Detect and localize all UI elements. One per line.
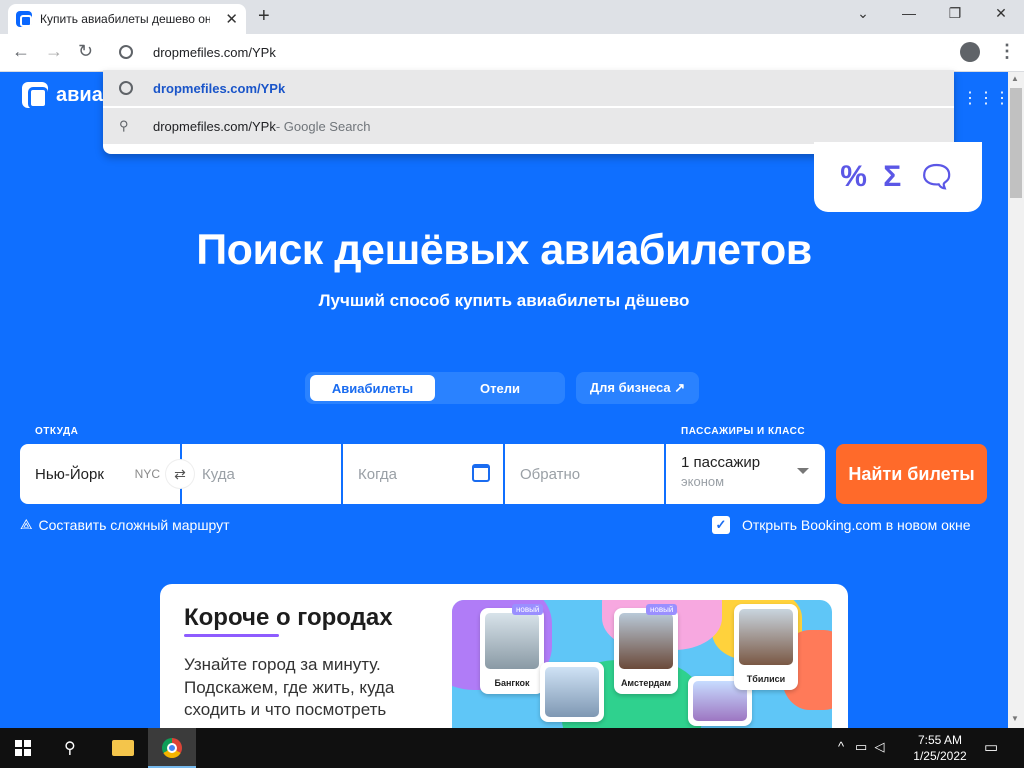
- tray-chevron-icon[interactable]: ^: [838, 739, 844, 754]
- taskbar-search-icon[interactable]: ⚲: [64, 738, 76, 758]
- cities-illustration: новый Бангкок новый Амстердам Тбилиси: [452, 600, 832, 728]
- windows-start-icon[interactable]: [15, 740, 31, 756]
- minimize-button[interactable]: —: [886, 5, 932, 21]
- cities-card-text: Узнайте город за минуту. Подскажем, где …: [184, 655, 395, 719]
- city-photo: [739, 609, 793, 665]
- address-input[interactable]: dropmefiles.com/YPk: [153, 45, 276, 60]
- tab-search-chevron-icon[interactable]: ⌄: [840, 5, 886, 22]
- booking-checkbox[interactable]: ✓: [712, 516, 730, 534]
- city-photo: [485, 613, 539, 669]
- page-title: Поиск дешёвых авиабилетов: [196, 226, 812, 274]
- city-photo: [619, 613, 673, 669]
- city-name: Тбилиси: [746, 674, 786, 684]
- chrome-icon: [162, 738, 182, 758]
- suggestion-search[interactable]: ⚲ dropmefiles.com/YPk - Google Search: [103, 108, 954, 144]
- clock-date: 1/25/2022: [913, 749, 967, 763]
- suggestion-text: dropmefiles.com/YPk: [153, 80, 286, 96]
- tab-title: Купить авиабилеты дешево онлайн: [40, 12, 210, 26]
- site-favicon-icon: [16, 11, 32, 27]
- chevron-down-icon: [797, 468, 809, 474]
- address-bar[interactable]: dropmefiles.com/YPk: [103, 34, 954, 70]
- browser-tab[interactable]: Купить авиабилеты дешево онлайн ✕: [8, 4, 246, 34]
- close-window-button[interactable]: ✕: [978, 5, 1024, 22]
- reload-icon[interactable]: ↻: [78, 41, 93, 62]
- city-photo: [545, 667, 599, 717]
- promo-card[interactable]: % Σ 🗨: [814, 142, 982, 212]
- menu-kebab-icon[interactable]: ⋮: [998, 41, 1016, 62]
- forward-icon[interactable]: →: [45, 41, 63, 62]
- tab-flights[interactable]: Авиабилеты: [310, 375, 435, 401]
- globe-icon: [119, 81, 133, 95]
- cities-card[interactable]: Короче о городах Узнайте город за минуту…: [160, 584, 848, 728]
- destination-field[interactable]: Куда: [182, 444, 341, 504]
- new-tab-button[interactable]: +: [258, 5, 270, 28]
- percent-icon: %: [840, 160, 867, 193]
- departure-date-field[interactable]: Когда: [343, 444, 503, 504]
- destination-placeholder: Куда: [202, 465, 235, 483]
- route-icon: ⟁: [20, 516, 33, 532]
- city-card-amsterdam[interactable]: новый Амстердам: [614, 604, 678, 694]
- origin-value: Нью-Йорк: [35, 465, 104, 483]
- calendar-icon: [472, 464, 490, 482]
- find-tickets-button[interactable]: Найти билеты: [836, 444, 987, 504]
- profile-avatar-icon[interactable]: [960, 42, 980, 62]
- taskbar-clock[interactable]: 7:55 AM 1/25/2022: [905, 732, 975, 764]
- city-name: Бангкок: [494, 678, 530, 688]
- passengers-class: эконом: [681, 474, 725, 489]
- network-icon[interactable]: ▭: [855, 739, 867, 754]
- passengers-select[interactable]: 1 пассажир эконом: [666, 444, 825, 504]
- sigma-icon: Σ: [883, 160, 902, 193]
- city-card-extra[interactable]: [540, 662, 604, 722]
- booking-checkbox-label: Открыть Booking.com в новом окне: [742, 517, 971, 533]
- complex-route-link[interactable]: ⟁ Составить сложный маршрут: [20, 516, 230, 533]
- back-icon[interactable]: ←: [12, 41, 30, 62]
- scroll-up-icon[interactable]: ▲: [1011, 74, 1019, 83]
- chat-icon: 🗨: [917, 160, 956, 194]
- return-date-field[interactable]: Обратно: [505, 444, 664, 504]
- tab-hotels[interactable]: Отели: [435, 375, 565, 401]
- cities-card-title: Короче о городах: [184, 604, 393, 631]
- scrollbar-thumb[interactable]: [1010, 88, 1022, 198]
- from-label: ОТКУДА: [35, 426, 79, 437]
- search-icon: ⚲: [119, 118, 129, 133]
- suggestion-url[interactable]: dropmefiles.com/YPk: [103, 70, 954, 106]
- apps-grid-icon[interactable]: ⋮⋮⋮: [962, 88, 1010, 108]
- maximize-button[interactable]: ❐: [932, 5, 978, 22]
- complex-route-label: Составить сложный маршрут: [38, 516, 230, 533]
- city-name: Амстердам: [620, 678, 672, 688]
- page-subtitle: Лучший способ купить авиабилеты дёшево: [318, 291, 690, 310]
- city-card-tbilisi[interactable]: Тбилиси: [734, 604, 798, 690]
- return-placeholder: Обратно: [520, 465, 581, 483]
- passengers-label: ПАССАЖИРЫ И КЛАСС: [681, 426, 806, 437]
- booking-option[interactable]: ✓ Открыть Booking.com в новом окне: [712, 516, 971, 534]
- system-tray[interactable]: ^ ▭ ◁: [838, 739, 884, 755]
- product-tabs: Авиабилеты Отели: [305, 372, 565, 404]
- city-card-bangkok[interactable]: новый Бангкок: [480, 604, 544, 694]
- origin-code: NYC: [134, 467, 160, 481]
- file-explorer-icon[interactable]: [112, 740, 134, 756]
- new-badge: новый: [646, 604, 678, 615]
- notifications-icon[interactable]: ▭: [984, 738, 998, 756]
- volume-muted-icon[interactable]: ◁: [874, 739, 884, 754]
- close-tab-icon[interactable]: ✕: [225, 10, 238, 28]
- suggestion-text: dropmefiles.com/YPk: [153, 118, 276, 134]
- scroll-down-icon[interactable]: ▼: [1011, 714, 1019, 723]
- globe-icon: [119, 45, 133, 59]
- business-link[interactable]: Для бизнеса ↗: [576, 372, 699, 404]
- clock-time: 7:55 AM: [917, 733, 963, 747]
- swap-direction-icon[interactable]: ⇄: [166, 460, 194, 488]
- site-logo-icon[interactable]: [22, 82, 48, 109]
- new-badge: новый: [512, 604, 544, 615]
- suggestion-suffix: - Google Search: [275, 118, 371, 134]
- site-logo-text[interactable]: авиа: [56, 84, 103, 107]
- origin-field[interactable]: Нью-Йорк NYC: [20, 444, 180, 504]
- departure-placeholder: Когда: [358, 465, 397, 483]
- title-underline: [184, 634, 279, 637]
